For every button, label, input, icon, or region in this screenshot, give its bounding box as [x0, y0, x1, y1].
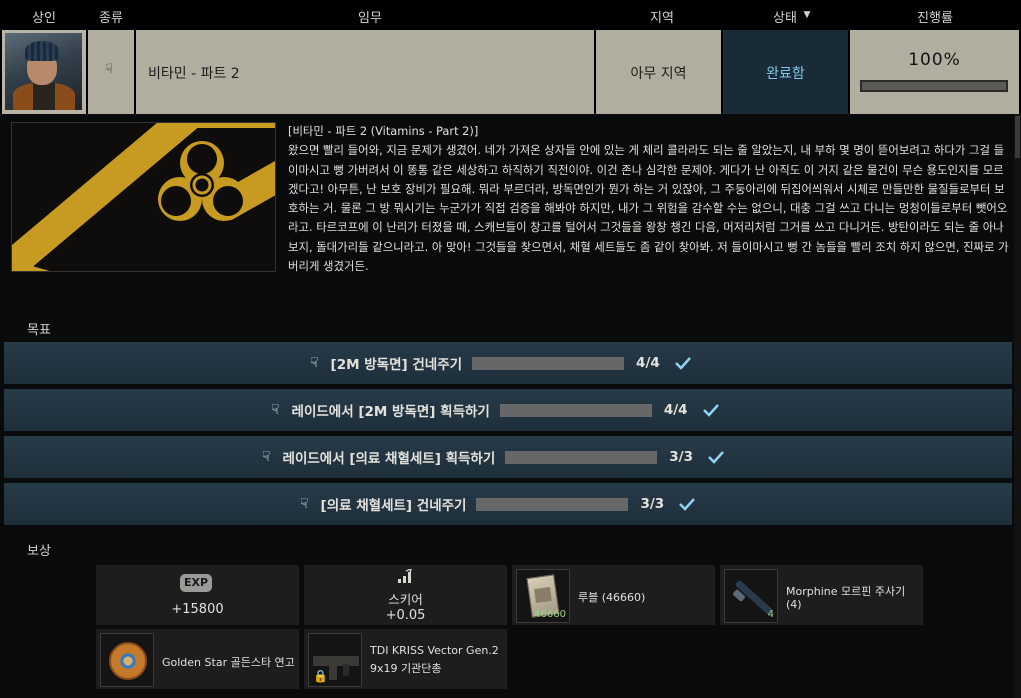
header-type[interactable]: 종류 [88, 7, 134, 26]
objective-text: [의료 채혈세트] 건네주기 [320, 498, 467, 514]
objective-row: ☟ 레이드에서 [의료 채혈세트] 획득하기 3/3 [4, 436, 1012, 478]
quest-row[interactable]: ☟ 비타민 - 파트 2 아무 지역 완료함 100% [0, 30, 1021, 114]
standing-trader: 스키어 [388, 592, 423, 607]
hand-icon: ☟ [310, 355, 319, 371]
hand-icon: ☟ [300, 496, 309, 512]
objective-count: 3/3 [640, 496, 665, 512]
status-cell: 완료함 [723, 30, 848, 114]
reward-exp: EXP +15800 [96, 565, 299, 625]
header-status[interactable]: 상태 [768, 7, 802, 26]
objective-progress-bar [472, 356, 625, 370]
objective-progress-bar [499, 403, 652, 417]
check-icon [702, 404, 719, 417]
lock-icon: 🔒 [313, 669, 328, 683]
objective-count: 4/4 [663, 402, 688, 418]
rouble-count: 46660 [534, 609, 566, 620]
header-task[interactable]: 임무 [340, 7, 400, 26]
header-progress[interactable]: 진행률 [910, 7, 960, 26]
description-body: 왔으면 빨리 들어와, 지금 문제가 생겼어. 네가 가져온 상자들 안에 있는… [288, 143, 1009, 274]
quest-name: 비타민 - 파트 2 [148, 66, 240, 82]
morphine-qty: (4) [786, 598, 802, 611]
standing-up-icon [398, 569, 412, 583]
header-location[interactable]: 지역 [640, 7, 684, 26]
morphine-count: 4 [767, 609, 774, 620]
ointment-icon [100, 633, 154, 687]
goldenstar-label: Golden Star 골든스타 연고 [162, 656, 295, 669]
quest-image-biohazard [11, 122, 276, 272]
check-icon [675, 357, 691, 370]
objective-row: ☟ 레이드에서 [2M 방독면] 획득하기 4/4 [4, 389, 1012, 431]
chevron-down-icon[interactable]: ▼ [801, 10, 813, 20]
rouble-icon: 46660 [516, 569, 570, 623]
morphine-icon: 4 [724, 569, 778, 623]
progress-cell: 100% [850, 30, 1019, 114]
check-icon [679, 498, 696, 511]
description-title: [비타민 - 파트 2 (Vitamins - Part 2)] [288, 124, 479, 138]
kriss-label-name: TDI KRISS Vector Gen.2 [370, 644, 499, 657]
trader-cell[interactable] [2, 30, 86, 114]
objective-progress-bar [476, 497, 629, 511]
objective-text: [2M 방독면] 건네주기 [330, 357, 463, 373]
objective-progress-bar [505, 450, 658, 464]
rouble-label: 루블 (46660) [578, 591, 646, 604]
objective-text: 레이드에서 [2M 방독면] 획득하기 [291, 404, 490, 420]
reward-morphine[interactable]: 4 Morphine 모르핀 주사기 (4) [720, 565, 923, 625]
scrollbar[interactable] [1014, 114, 1021, 698]
quest-status: 완료함 [766, 66, 805, 82]
kriss-label-type: 9x19 기관단총 [370, 662, 442, 675]
objective-count: 3/3 [669, 449, 693, 465]
reward-roubles[interactable]: 46660 루블 (46660) [512, 565, 715, 625]
morphine-label: Morphine 모르핀 주사기 [786, 585, 906, 598]
exp-icon: EXP [180, 574, 212, 592]
scrollbar-thumb[interactable] [1015, 116, 1020, 158]
progress-percent: 100% [908, 50, 961, 70]
type-cell: ☟ [88, 30, 134, 114]
hand-icon: ☟ [105, 62, 113, 77]
hand-icon: ☟ [271, 402, 280, 418]
hand-icon: ☟ [262, 449, 271, 465]
objective-count: 4/4 [636, 355, 660, 371]
objective-row: ☟ [2M 방독면] 건네주기 4/4 [4, 342, 1012, 384]
objectives-label: 목표 [27, 323, 51, 338]
progress-bar [860, 80, 1008, 92]
rewards-label: 보상 [27, 544, 51, 559]
reward-goldenstar[interactable]: Golden Star 골든스타 연고 [96, 629, 299, 689]
reward-kriss-vector[interactable]: 🔒 TDI KRISS Vector Gen.2 9x19 기관단총 [304, 629, 507, 689]
quest-description: [비타민 - 파트 2 (Vitamins - Part 2)] 왔으면 빨리 … [288, 122, 1010, 276]
location-cell: 아무 지역 [596, 30, 721, 114]
table-header: 상인 종류 임무 지역 상태 ▼ 진행률 [0, 0, 1021, 30]
smg-icon: 🔒 [308, 633, 362, 687]
trader-avatar [5, 33, 82, 110]
objective-row: ☟ [의료 채혈세트] 건네주기 3/3 [4, 483, 1012, 525]
header-trader[interactable]: 상인 [22, 7, 66, 26]
check-icon [708, 451, 725, 464]
objective-text: 레이드에서 [의료 채혈세트] 획득하기 [282, 451, 496, 467]
standing-value: +0.05 [385, 608, 426, 623]
quest-location: 아무 지역 [630, 66, 687, 82]
exp-value: +15800 [171, 602, 224, 617]
reward-standing: 스키어 +0.05 [304, 565, 507, 625]
quest-name-cell[interactable]: 비타민 - 파트 2 [136, 30, 594, 114]
